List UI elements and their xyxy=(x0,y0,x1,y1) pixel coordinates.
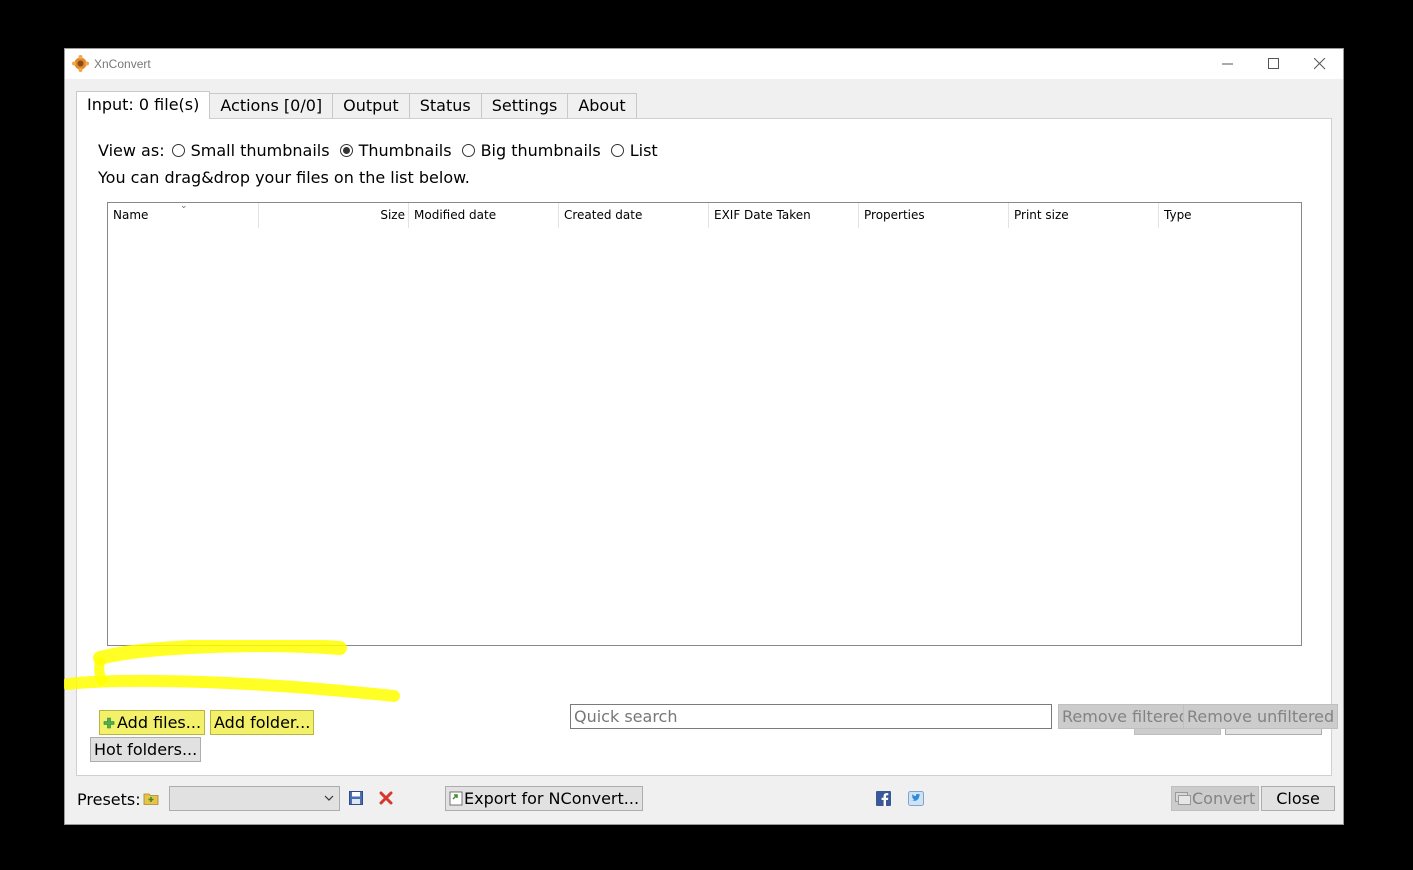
convert-button[interactable]: Convert xyxy=(1171,786,1260,811)
minimize-icon xyxy=(1222,63,1233,65)
radio-circle xyxy=(610,144,624,157)
quick-search-input[interactable]: Quick search xyxy=(570,704,1052,729)
radio-thumbnails[interactable]: Thumbnails xyxy=(339,141,452,160)
column-exif-date-taken[interactable]: EXIF Date Taken xyxy=(709,203,859,228)
hot-folders-button[interactable]: Hot folders... xyxy=(90,737,202,762)
tab-status[interactable]: Status xyxy=(408,93,482,119)
facebook-icon[interactable] xyxy=(876,791,891,806)
add-files-button[interactable]: Add files... xyxy=(99,710,206,735)
close-button[interactable]: Close xyxy=(1261,786,1335,811)
view-as-group: View as: Small thumbnails Thumbnails Big… xyxy=(98,141,668,160)
tab-output[interactable]: Output xyxy=(332,93,410,119)
maximize-button[interactable] xyxy=(1251,49,1297,79)
radio-label: List xyxy=(629,141,658,160)
presets-label: Presets: xyxy=(77,790,141,809)
add-folder-button[interactable]: Add folder... xyxy=(210,710,315,735)
save-icon[interactable] xyxy=(349,791,363,805)
tab-about[interactable]: About xyxy=(567,93,637,119)
plus-icon xyxy=(103,717,115,729)
convert-label: Convert xyxy=(1192,789,1256,808)
column-properties[interactable]: Properties xyxy=(859,203,1009,228)
column-size[interactable]: Size xyxy=(259,203,409,228)
delete-icon[interactable] xyxy=(379,791,393,805)
convert-icon xyxy=(1175,792,1191,805)
close-icon xyxy=(1314,58,1326,70)
radio-big-thumbnails[interactable]: Big thumbnails xyxy=(461,141,601,160)
radio-label: Small thumbnails xyxy=(190,141,330,160)
minimize-button[interactable] xyxy=(1205,49,1251,79)
title-bar: XnConvert xyxy=(65,49,1343,79)
remove-filtered-button[interactable]: Remove filtered xyxy=(1058,704,1193,729)
export-nconvert-label: Export for NConvert... xyxy=(464,789,640,808)
add-files-label: Add files... xyxy=(117,713,202,732)
radio-label: Thumbnails xyxy=(358,141,452,160)
radio-circle xyxy=(461,144,475,157)
column-print-size[interactable]: Print size xyxy=(1009,203,1159,228)
window-title: XnConvert xyxy=(94,57,151,71)
column-type[interactable]: Type xyxy=(1159,203,1301,228)
view-as-label: View as: xyxy=(98,141,165,160)
input-panel: View as: Small thumbnails Thumbnails Big… xyxy=(76,118,1339,776)
radio-list[interactable]: List xyxy=(610,141,658,160)
radio-small-thumbnails[interactable]: Small thumbnails xyxy=(171,141,330,160)
radio-circle-selected xyxy=(339,144,353,157)
remove-unfiltered-button[interactable]: Remove unfiltered xyxy=(1183,704,1339,729)
folder-open-icon[interactable] xyxy=(143,791,160,806)
twitter-icon[interactable] xyxy=(908,791,924,806)
column-name[interactable]: ⌄ Name xyxy=(108,201,259,228)
file-list[interactable]: ⌄ Name Size Modified date Created date E… xyxy=(107,201,1302,646)
maximize-icon xyxy=(1268,58,1279,69)
sort-down-icon: ⌄ xyxy=(180,201,188,211)
bottom-bar: Presets: Export for NConvert... Convert … xyxy=(65,784,1343,814)
tab-input[interactable]: Input: 0 file(s) xyxy=(76,91,211,119)
drag-drop-hint: You can drag&drop your files on the list… xyxy=(98,168,470,187)
chevron-down-icon xyxy=(324,795,334,801)
column-modified-date[interactable]: Modified date xyxy=(409,203,559,228)
tab-actions[interactable]: Actions [0/0] xyxy=(209,93,334,119)
tab-settings[interactable]: Settings xyxy=(480,93,569,119)
xnconvert-window: XnConvert Input: 0 file(s) Actions [0/0]… xyxy=(64,48,1344,825)
radio-circle xyxy=(171,144,185,157)
export-icon xyxy=(449,791,463,806)
app-icon xyxy=(72,55,89,72)
column-created-date[interactable]: Created date xyxy=(559,203,709,228)
radio-label: Big thumbnails xyxy=(480,141,601,160)
tab-bar: Input: 0 file(s) Actions [0/0] Output St… xyxy=(76,91,637,119)
close-window-button[interactable] xyxy=(1297,49,1343,79)
export-nconvert-button[interactable]: Export for NConvert... xyxy=(445,786,644,811)
presets-dropdown[interactable] xyxy=(169,786,340,811)
